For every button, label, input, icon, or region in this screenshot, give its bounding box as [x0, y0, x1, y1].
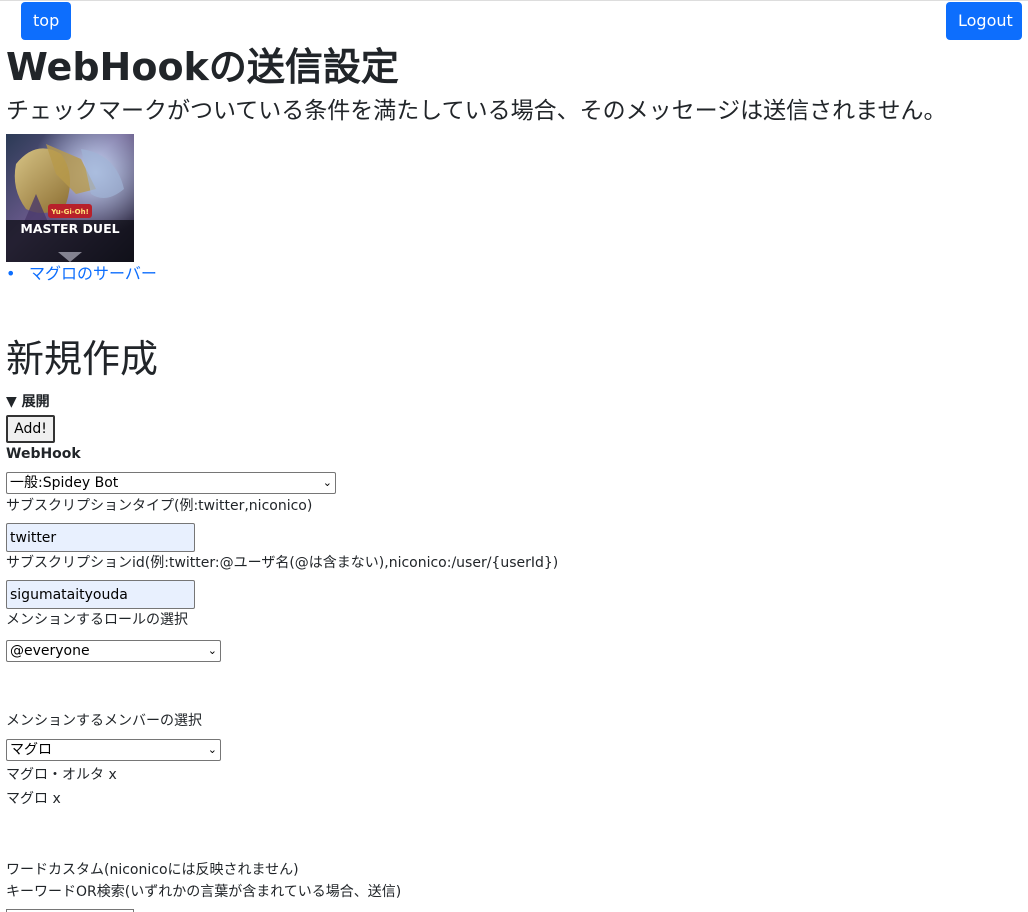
- word-custom-label: ワードカスタム(niconicoには反映されません): [6, 862, 299, 878]
- add-button[interactable]: Add!: [6, 415, 55, 443]
- chevron-down-icon: ⌄: [322, 476, 332, 489]
- subscription-id-label: サブスクリプションid(例:twitter:@ユーザ名(@は含まない),nico…: [6, 555, 559, 571]
- role-label: メンションするロールの選択: [6, 612, 188, 628]
- server-link-label[interactable]: マグロのサーバー: [29, 264, 157, 283]
- member-item[interactable]: マグロ x: [6, 789, 61, 809]
- webhook-label: WebHook: [6, 446, 81, 462]
- chevron-down-icon: ⌄: [207, 743, 217, 756]
- subscription-type-label: サブスクリプションタイプ(例:twitter,niconico): [6, 498, 313, 514]
- server-list-item[interactable]: • マグロのサーバー: [6, 263, 157, 285]
- member-select[interactable]: マグロ ⌄: [6, 739, 221, 761]
- chevron-down-icon: ⌄: [207, 644, 217, 657]
- member-item[interactable]: マグロ・オルタ x: [6, 765, 117, 785]
- server-icon-logo-text: Yu-Gi-Oh!: [50, 208, 89, 216]
- server-icon-game-title: MASTER DUEL: [20, 221, 119, 236]
- server-icon-art: Yu-Gi-Oh! MASTER DUEL: [6, 134, 134, 262]
- subscription-id-input[interactable]: [6, 580, 195, 609]
- expand-summary[interactable]: ▼ 展開: [6, 392, 50, 412]
- create-heading: 新規作成: [6, 337, 159, 381]
- top-button[interactable]: top: [21, 2, 71, 40]
- webhook-select-value: 一般:Spidey Bot: [10, 475, 119, 491]
- bullet-icon: •: [6, 264, 16, 283]
- member-label: メンションするメンバーの選択: [6, 713, 202, 729]
- page-subtitle: チェックマークがついている条件を満たしている場合、そのメッセージは送信されません…: [6, 98, 947, 124]
- page: top Logout WebHookの送信設定 チェックマークがついている条件を…: [0, 0, 1028, 912]
- keyword-or-label: キーワードOR検索(いずれかの言葉が含まれている場合、送信): [6, 884, 402, 900]
- page-title: WebHookの送信設定: [6, 45, 399, 89]
- role-select[interactable]: @everyone ⌄: [6, 640, 221, 662]
- webhook-select[interactable]: 一般:Spidey Bot ⌄: [6, 472, 336, 494]
- subscription-type-input[interactable]: [6, 523, 195, 552]
- role-select-value: @everyone: [10, 643, 90, 659]
- member-select-value: マグロ: [10, 742, 52, 758]
- logout-button[interactable]: Logout: [946, 2, 1022, 40]
- server-icon[interactable]: Yu-Gi-Oh! MASTER DUEL: [6, 134, 134, 262]
